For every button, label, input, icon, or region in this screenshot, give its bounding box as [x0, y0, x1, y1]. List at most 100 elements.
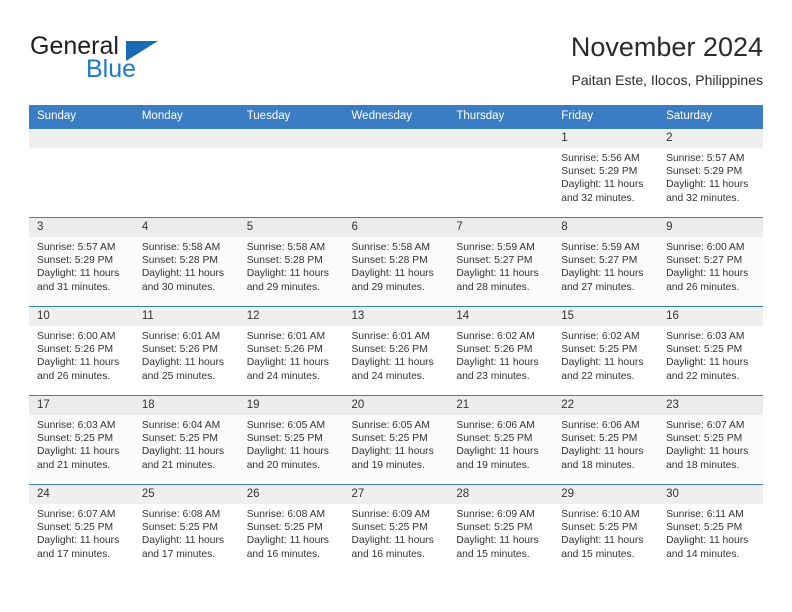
- day-number: 9: [658, 218, 763, 237]
- sunset-text: Sunset: 5:25 PM: [37, 522, 114, 534]
- daylight-text-line2: and 14 minutes.: [666, 548, 740, 560]
- calendar-day-cell[interactable]: 5 Sunrise: 5:58 AM Sunset: 5:28 PM Daylight…: [238, 217, 344, 307]
- calendar-day-cell[interactable]: 20 Sunrise: 6:05 AM Sunset: 5:25 PM Dayligh…: [343, 395, 449, 485]
- day-number: [343, 129, 449, 148]
- calendar-day-cell[interactable]: 13 Sunrise: 6:01 AM Sunset: 5:26 PM Dayligh…: [343, 306, 449, 396]
- calendar-day-cell[interactable]: 3 Sunrise: 5:57 AM Sunset: 5:29 PM Daylight…: [29, 217, 134, 307]
- sunset-text: Sunset: 5:25 PM: [351, 522, 428, 534]
- calendar-day-cell[interactable]: 29 Sunrise: 6:10 AM Sunset: 5:25 PM Dayligh…: [553, 484, 659, 573]
- day-details: Sunrise: 6:10 AM Sunset: 5:25 PM Daylight:…: [553, 504, 658, 561]
- calendar-day-cell[interactable]: 23 Sunrise: 6:07 AM Sunset: 5:25 PM Dayligh…: [658, 395, 763, 485]
- weekday-header-monday: Monday: [133, 105, 239, 129]
- daylight-text-line2: and 24 minutes.: [351, 370, 425, 382]
- sunset-text: Sunset: 5:25 PM: [561, 522, 638, 534]
- day-number: 6: [343, 218, 449, 237]
- brand-logo[interactable]: General Blue: [29, 30, 249, 90]
- day-number: 30: [658, 485, 763, 504]
- sunset-text: Sunset: 5:25 PM: [561, 433, 638, 445]
- sunrise-text: Sunrise: 6:06 AM: [561, 420, 640, 431]
- daylight-text-line1: Daylight: 11 hours: [666, 179, 749, 191]
- calendar-day-cell[interactable]: 6 Sunrise: 5:58 AM Sunset: 5:28 PM Daylight…: [343, 217, 449, 307]
- daylight-text-line2: and 32 minutes.: [561, 192, 635, 204]
- day-details: Sunrise: 6:01 AM Sunset: 5:26 PM Daylight:…: [344, 326, 449, 383]
- day-details: Sunrise: 6:07 AM Sunset: 5:25 PM Daylight:…: [29, 504, 134, 561]
- calendar-day-cell-empty: [133, 128, 239, 218]
- daylight-text-line1: Daylight: 11 hours: [666, 535, 749, 547]
- calendar-day-cell[interactable]: 1 Sunrise: 5:56 AM Sunset: 5:29 PM Daylight…: [553, 128, 659, 218]
- calendar-day-cell[interactable]: 18 Sunrise: 6:04 AM Sunset: 5:25 PM Dayligh…: [133, 395, 239, 485]
- day-details: Sunrise: 5:58 AM Sunset: 5:28 PM Daylight:…: [239, 237, 344, 294]
- calendar-day-cell[interactable]: 30 Sunrise: 6:11 AM Sunset: 5:25 PM Dayligh…: [658, 484, 763, 573]
- day-details: Sunrise: 5:58 AM Sunset: 5:28 PM Daylight:…: [344, 237, 449, 294]
- calendar-day-cell[interactable]: 25 Sunrise: 6:08 AM Sunset: 5:25 PM Dayligh…: [133, 484, 239, 573]
- calendar-day-cell[interactable]: 10 Sunrise: 6:00 AM Sunset: 5:26 PM Dayligh…: [29, 306, 134, 396]
- sunrise-text: Sunrise: 6:08 AM: [246, 509, 326, 520]
- day-details: [448, 148, 553, 152]
- calendar-day-cell[interactable]: 2 Sunrise: 5:57 AM Sunset: 5:29 PM Daylight…: [658, 128, 763, 218]
- calendar-day-cell[interactable]: 28 Sunrise: 6:09 AM Sunset: 5:25 PM Dayligh…: [448, 484, 554, 573]
- calendar-day-cell-empty: [448, 128, 554, 218]
- sunset-text: Sunset: 5:29 PM: [37, 255, 114, 267]
- sunrise-text: Sunrise: 6:02 AM: [456, 331, 535, 342]
- sunset-text: Sunset: 5:25 PM: [246, 522, 323, 534]
- day-number: 19: [238, 396, 344, 415]
- calendar-day-cell[interactable]: 26 Sunrise: 6:08 AM Sunset: 5:25 PM Dayligh…: [238, 484, 344, 573]
- day-number: 21: [448, 396, 554, 415]
- calendar-day-cell[interactable]: 11 Sunrise: 6:01 AM Sunset: 5:26 PM Dayligh…: [133, 306, 239, 396]
- day-number: 13: [343, 307, 449, 326]
- day-number: 11: [133, 307, 239, 326]
- day-number: 12: [238, 307, 344, 326]
- calendar-day-cell[interactable]: 27 Sunrise: 6:09 AM Sunset: 5:25 PM Dayligh…: [343, 484, 449, 573]
- calendar-day-cell[interactable]: 4 Sunrise: 5:58 AM Sunset: 5:28 PM Daylight…: [133, 217, 239, 307]
- sunset-text: Sunset: 5:25 PM: [246, 433, 323, 445]
- daylight-text-line1: Daylight: 11 hours: [456, 357, 539, 369]
- calendar-week-row: 17 Sunrise: 6:03 AM Sunset: 5:25 PM Dayligh…: [29, 395, 763, 485]
- daylight-text-line2: and 16 minutes.: [246, 548, 320, 560]
- sunrise-text: Sunrise: 5:59 AM: [561, 242, 640, 253]
- day-number: 10: [29, 307, 134, 326]
- day-number: 22: [553, 396, 659, 415]
- title-block: November 2024 Paitan Este, Ilocos, Phili…: [571, 30, 763, 90]
- day-details: Sunrise: 6:08 AM Sunset: 5:25 PM Daylight:…: [239, 504, 344, 561]
- daylight-text-line1: Daylight: 11 hours: [351, 268, 434, 280]
- calendar-week-row: 1 Sunrise: 5:56 AM Sunset: 5:29 PM Daylight…: [29, 128, 763, 218]
- sunset-text: Sunset: 5:28 PM: [141, 255, 218, 267]
- day-details: Sunrise: 6:06 AM Sunset: 5:25 PM Daylight:…: [448, 415, 553, 472]
- calendar-day-cell[interactable]: 17 Sunrise: 6:03 AM Sunset: 5:25 PM Dayligh…: [29, 395, 134, 485]
- daylight-text-line2: and 26 minutes.: [666, 281, 740, 293]
- daylight-text-line1: Daylight: 11 hours: [456, 446, 539, 458]
- sunrise-text: Sunrise: 6:09 AM: [351, 509, 430, 520]
- calendar-day-cell[interactable]: 8 Sunrise: 5:59 AM Sunset: 5:27 PM Daylight…: [553, 217, 659, 307]
- calendar-day-cell[interactable]: 22 Sunrise: 6:06 AM Sunset: 5:25 PM Dayligh…: [553, 395, 659, 485]
- calendar-day-cell[interactable]: 19 Sunrise: 6:05 AM Sunset: 5:25 PM Dayligh…: [238, 395, 344, 485]
- day-number: 2: [658, 129, 763, 148]
- day-number: 4: [133, 218, 239, 237]
- daylight-text-line2: and 21 minutes.: [37, 459, 111, 471]
- day-details: Sunrise: 5:56 AM Sunset: 5:29 PM Daylight:…: [553, 148, 658, 205]
- weekday-header-friday: Friday: [553, 105, 659, 129]
- daylight-text-line2: and 15 minutes.: [561, 548, 635, 560]
- sunset-text: Sunset: 5:25 PM: [141, 522, 218, 534]
- calendar-day-cell[interactable]: 14 Sunrise: 6:02 AM Sunset: 5:26 PM Dayligh…: [448, 306, 554, 396]
- daylight-text-line1: Daylight: 11 hours: [37, 357, 120, 369]
- day-number: 16: [658, 307, 763, 326]
- day-details: Sunrise: 6:01 AM Sunset: 5:26 PM Daylight:…: [134, 326, 239, 383]
- calendar-day-cell[interactable]: 7 Sunrise: 5:59 AM Sunset: 5:27 PM Daylight…: [448, 217, 554, 307]
- calendar-day-cell[interactable]: 21 Sunrise: 6:06 AM Sunset: 5:25 PM Dayligh…: [448, 395, 554, 485]
- weekday-header-wednesday: Wednesday: [343, 105, 449, 129]
- sunset-text: Sunset: 5:25 PM: [666, 344, 743, 356]
- day-details: Sunrise: 5:57 AM Sunset: 5:29 PM Daylight:…: [658, 148, 763, 205]
- day-number: 17: [29, 396, 134, 415]
- calendar-day-cell[interactable]: 15 Sunrise: 6:02 AM Sunset: 5:25 PM Dayligh…: [553, 306, 659, 396]
- sunrise-text: Sunrise: 6:07 AM: [37, 509, 116, 520]
- day-number: [29, 129, 134, 148]
- calendar-day-cell[interactable]: 24 Sunrise: 6:07 AM Sunset: 5:25 PM Dayligh…: [29, 484, 134, 573]
- calendar-day-cell[interactable]: 9 Sunrise: 6:00 AM Sunset: 5:27 PM Daylight…: [658, 217, 763, 307]
- weekday-header-sunday: Sunday: [29, 105, 134, 129]
- sunrise-text: Sunrise: 6:09 AM: [456, 509, 535, 520]
- sunrise-text: Sunrise: 5:57 AM: [666, 153, 745, 164]
- calendar-day-cell[interactable]: 12 Sunrise: 6:01 AM Sunset: 5:26 PM Dayligh…: [238, 306, 344, 396]
- sunrise-text: Sunrise: 6:01 AM: [141, 331, 221, 342]
- calendar-day-cell[interactable]: 16 Sunrise: 6:03 AM Sunset: 5:25 PM Dayligh…: [658, 306, 763, 396]
- daylight-text-line2: and 20 minutes.: [246, 459, 320, 471]
